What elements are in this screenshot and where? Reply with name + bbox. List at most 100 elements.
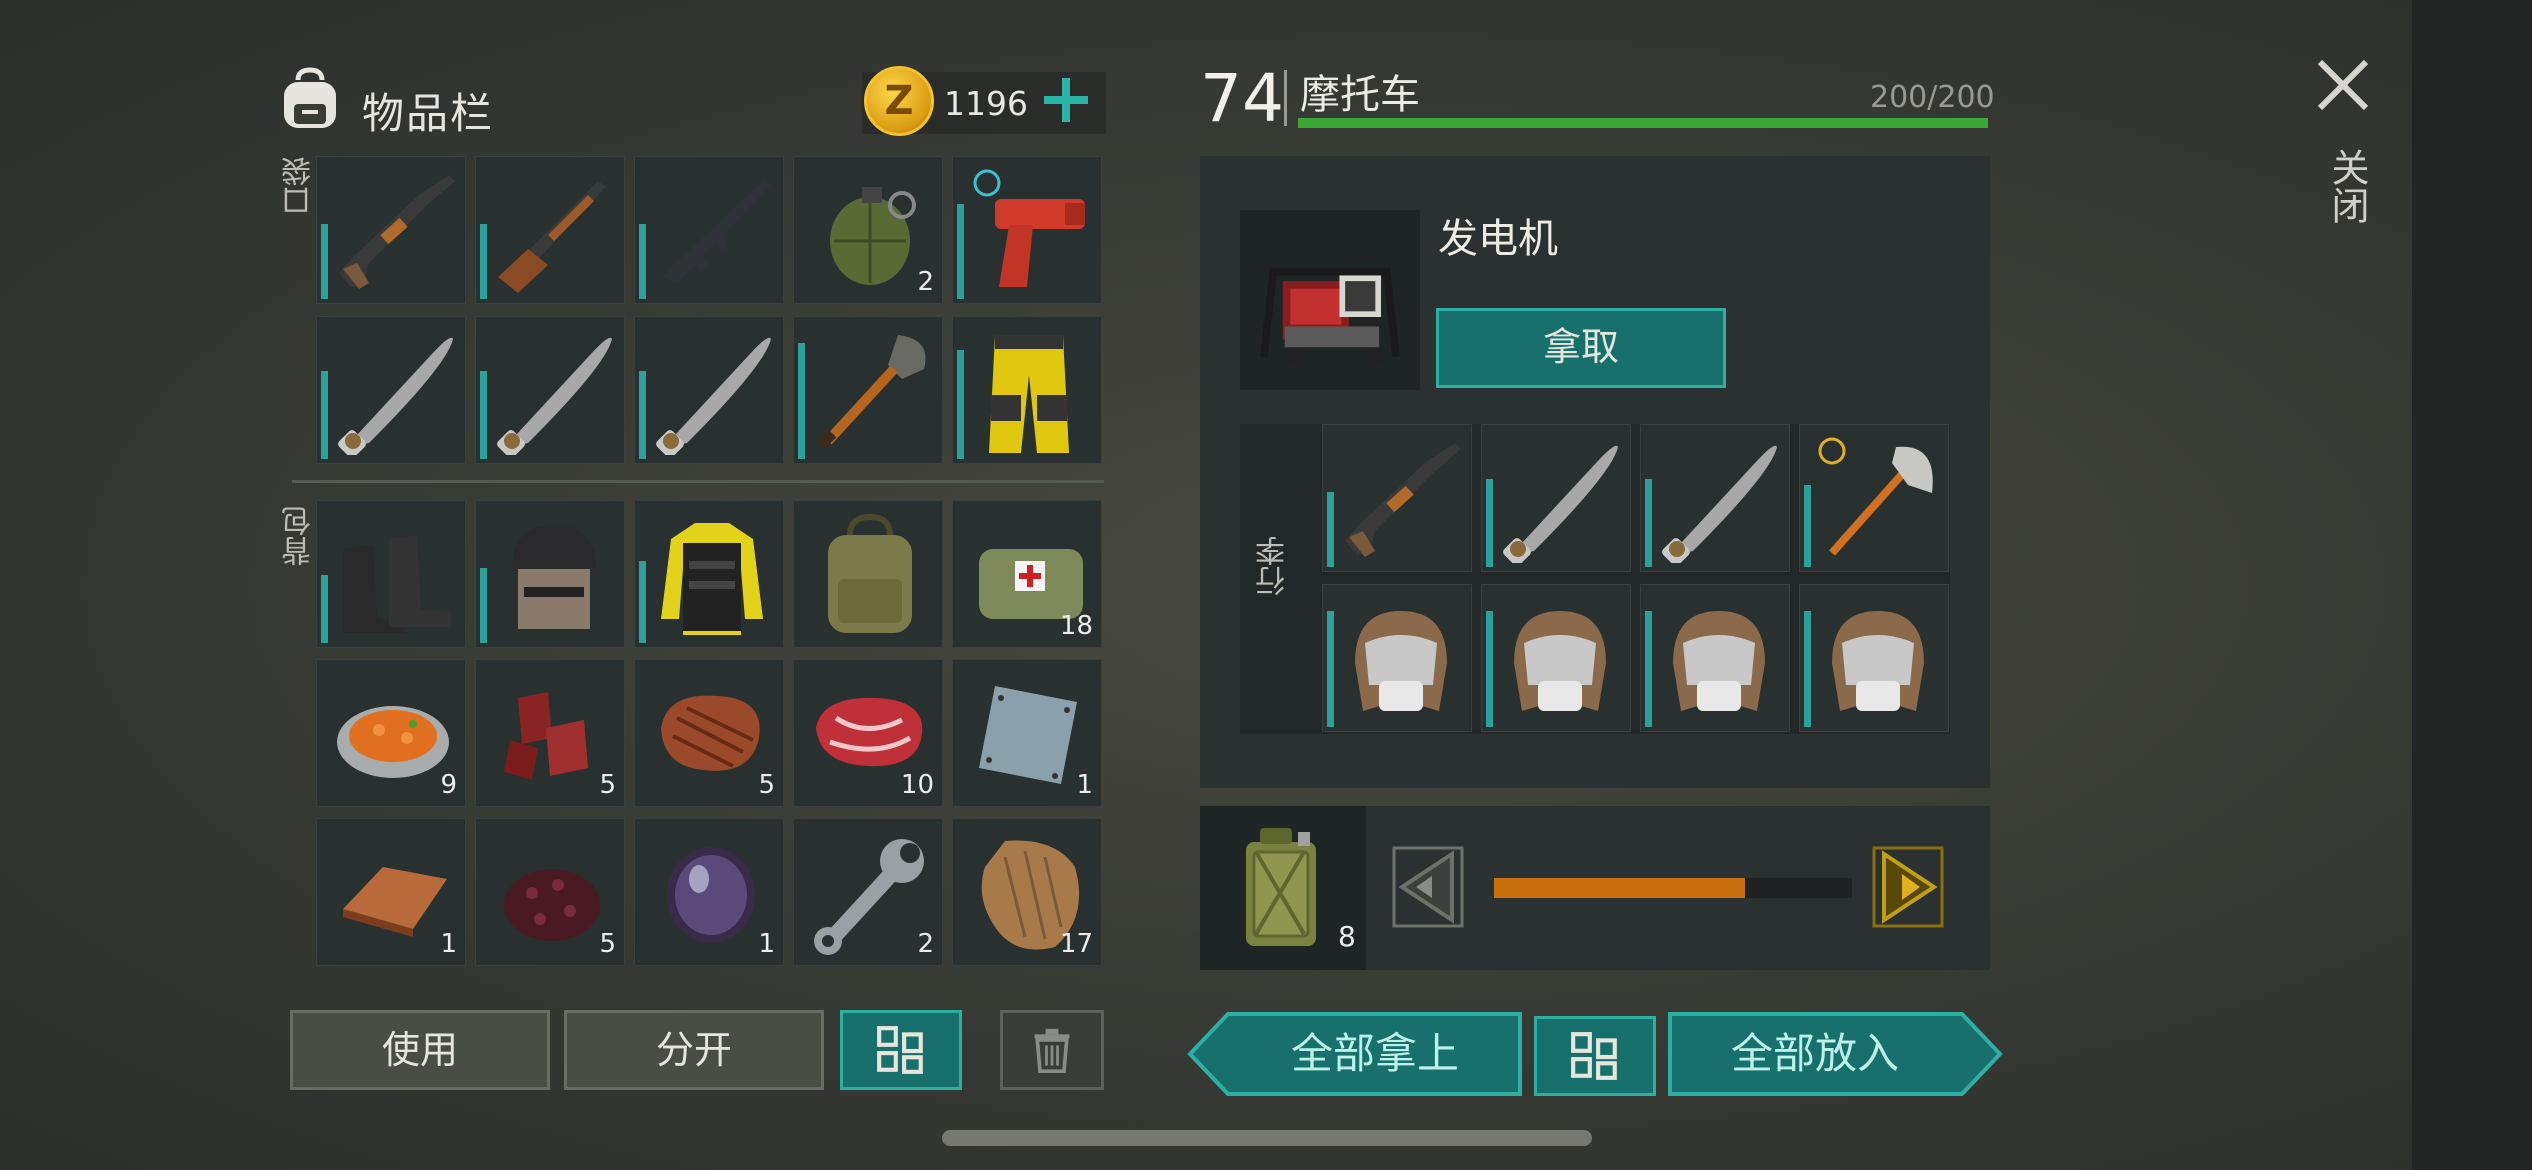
item-quantity: 1: [440, 929, 457, 959]
durability-bar: [957, 350, 964, 459]
item-quantity: 1: [758, 929, 775, 959]
backpack-slot[interactable]: 9: [316, 659, 466, 807]
use-button[interactable]: 使用: [290, 1010, 550, 1090]
section-divider: [292, 480, 1104, 483]
backpack-icon: [284, 67, 336, 128]
pocket-slot[interactable]: [316, 316, 466, 464]
luggage-label: 行李: [1256, 536, 1291, 596]
backpack-slot[interactable]: [316, 500, 466, 648]
backpack-slot[interactable]: 18: [952, 500, 1102, 648]
luggage-slot[interactable]: [1799, 424, 1949, 572]
item-quantity: 2: [917, 267, 934, 297]
shotgun-icon: [339, 175, 455, 289]
fuel-increase-arrow-icon[interactable]: [1872, 846, 1944, 928]
fire-axe-icon: [1818, 437, 1933, 556]
backpack-slot[interactable]: 5: [634, 659, 784, 807]
close-icon[interactable]: [2316, 58, 2370, 112]
helmet-icon: [512, 525, 596, 629]
durability-bar: [480, 568, 487, 643]
pocket-slot[interactable]: 2: [793, 156, 943, 304]
luggage-slot[interactable]: [1640, 584, 1790, 732]
pocket-slot[interactable]: [634, 156, 784, 304]
luggage-slot[interactable]: [1322, 584, 1472, 732]
pocket-slot[interactable]: [952, 316, 1102, 464]
durability-bar: [321, 575, 328, 643]
inventory-title: 物品栏: [362, 89, 495, 138]
durability-bar: [639, 371, 646, 459]
durability-bar: [639, 224, 646, 299]
ushanka-hat-icon: [1673, 611, 1765, 711]
machete-icon: [1503, 445, 1618, 563]
vehicle-sort-grid-button[interactable]: [1534, 1016, 1656, 1096]
machete-icon: [1662, 445, 1777, 563]
luggage-slot[interactable]: [1481, 584, 1631, 732]
backpack-slot[interactable]: 5: [475, 818, 625, 966]
fuel-decrease-arrow-icon[interactable]: [1392, 846, 1464, 928]
backpack-slot[interactable]: 1: [634, 818, 784, 966]
trash-icon: [1034, 1028, 1070, 1073]
backpack-slot[interactable]: [634, 500, 784, 648]
luggage-slot[interactable]: [1640, 424, 1790, 572]
pocket-slot[interactable]: [316, 156, 466, 304]
backpack-slot[interactable]: 2: [793, 818, 943, 966]
coin-icon: Z: [864, 66, 934, 136]
ushanka-hat-icon: [1355, 611, 1447, 711]
add-coins-button[interactable]: [1044, 78, 1088, 122]
item-quantity: 17: [1059, 929, 1093, 959]
durability-bar: [798, 343, 805, 459]
durability-bar: [321, 224, 328, 299]
boots-icon: [343, 535, 451, 633]
capacity-bar-fill: [1298, 118, 1988, 128]
vehicle-capacity: 200/200: [1870, 80, 1995, 115]
take-button[interactable]: 拿取: [1436, 308, 1726, 388]
backpack-slot[interactable]: 1: [952, 659, 1102, 807]
backpack-slot[interactable]: 10: [793, 659, 943, 807]
generator-slot[interactable]: [1240, 210, 1420, 390]
backpack-slot[interactable]: [793, 500, 943, 648]
yellow-pants-icon: [989, 335, 1069, 453]
machete-icon: [497, 337, 612, 455]
durability-bar: [1327, 611, 1334, 727]
level-separator: [1284, 70, 1287, 126]
item-quantity: 2: [917, 929, 934, 959]
luggage-slot[interactable]: [1481, 424, 1631, 572]
item-quantity: 5: [758, 770, 775, 800]
pocket-slot[interactable]: [475, 156, 625, 304]
home-indicator: [942, 1130, 1592, 1146]
backpack-slot[interactable]: 5: [475, 659, 625, 807]
vehicle-name: 摩托车: [1300, 72, 1420, 118]
take-all-button[interactable]: 全部拿上: [1230, 1012, 1520, 1096]
rifle-icon: [498, 181, 606, 293]
luggage-slot[interactable]: [1799, 584, 1949, 732]
pocket-slot[interactable]: [634, 316, 784, 464]
put-all-button[interactable]: 全部放入: [1670, 1012, 1960, 1096]
ushanka-hat-icon: [1832, 611, 1924, 711]
durability-bar: [480, 371, 487, 459]
close-label[interactable]: 关闭: [2320, 148, 2375, 224]
durability-bar: [1486, 611, 1493, 727]
machete-icon: [338, 337, 453, 455]
backpack-slot[interactable]: 1: [316, 818, 466, 966]
backpack-slot[interactable]: [475, 500, 625, 648]
durability-bar: [1645, 611, 1652, 727]
pocket-slot[interactable]: [793, 316, 943, 464]
split-button[interactable]: 分开: [564, 1010, 824, 1090]
backpack-slot[interactable]: 17: [952, 818, 1102, 966]
delete-button[interactable]: [1000, 1010, 1104, 1090]
item-quantity: 10: [900, 770, 934, 800]
generator-icon: [1260, 267, 1400, 365]
durability-bar: [321, 371, 328, 459]
item-quantity: 5: [599, 929, 616, 959]
pocket-slot[interactable]: [952, 156, 1102, 304]
luggage-slot[interactable]: [1322, 424, 1472, 572]
item-quantity: 1: [1076, 770, 1093, 800]
coin-amount: 1196: [944, 84, 1028, 123]
item-quantity: 18: [1059, 611, 1093, 641]
sort-grid-button[interactable]: [840, 1010, 962, 1090]
armored-jacket-icon: [661, 523, 763, 635]
durability-bar: [639, 561, 646, 643]
grid-icon: [877, 1026, 923, 1074]
pocket-slot[interactable]: [475, 316, 625, 464]
durability-bar: [1645, 479, 1652, 567]
shovel-icon: [815, 335, 926, 450]
